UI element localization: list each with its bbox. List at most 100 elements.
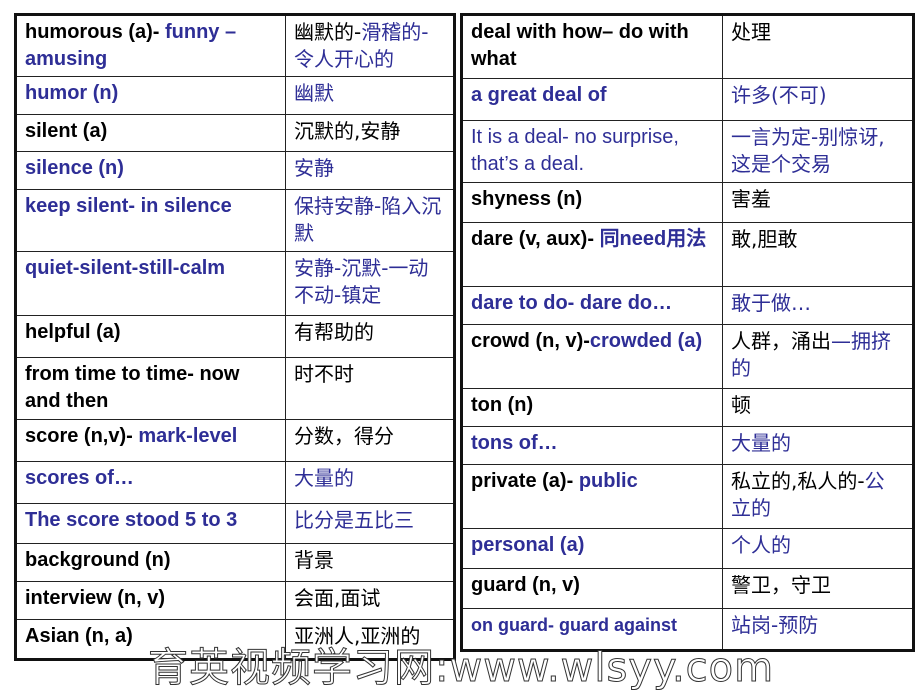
vocab-row: dare to do- dare do… 敢于做… xyxy=(461,286,914,325)
meaning-text: 有帮助的 xyxy=(294,320,374,344)
term-text: Asian (n, a) xyxy=(25,625,133,647)
chinese-meaning-cell: 保持安静-陷入沉默 xyxy=(285,189,455,252)
meaning-text: 会面,面试 xyxy=(294,586,381,610)
chinese-meaning-cell: 许多(不可) xyxy=(722,78,914,121)
term-text: interview (n, v) xyxy=(25,587,166,609)
vocab-row: humorous (a)- funny – amusing 幽默的-滑稽的-令人开… xyxy=(15,14,455,77)
vocab-row: scores of… 大量的 xyxy=(15,461,455,504)
chinese-meaning-cell: 幽默 xyxy=(285,76,455,115)
meaning-text: 时不时 xyxy=(294,362,354,386)
term-text: on guard- guard against xyxy=(471,615,678,635)
vocab-row: guard (n, v) 警卫，守卫 xyxy=(461,568,914,609)
term-text: shyness (n) xyxy=(471,188,583,210)
term-text: It is a deal- no surprise, that’s a deal… xyxy=(471,126,679,175)
meaning-text: 敢于做… xyxy=(731,291,811,315)
term-text: dare (v, aux)- xyxy=(471,228,600,250)
english-term-cell: silent (a) xyxy=(15,114,286,152)
watermark-text: 育英视频学习网:www.wlsyy.com xyxy=(147,645,775,691)
vocab-row: silence (n) 安静 xyxy=(15,151,455,190)
term-text: crowded (a) xyxy=(589,330,703,352)
vocab-table-left: humorous (a)- funny – amusing 幽默的-滑稽的-令人开… xyxy=(14,13,456,661)
chinese-meaning-cell: 会面,面试 xyxy=(285,581,455,620)
meaning-text: 沉默的,安静 xyxy=(294,119,401,143)
term-text: quiet-silent-still-calm xyxy=(25,257,226,279)
chinese-meaning-cell: 沉默的,安静 xyxy=(285,114,455,152)
chinese-meaning-cell: 有帮助的 xyxy=(285,315,455,358)
meaning-text: 安静-沉默-一动不动-镇定 xyxy=(294,256,429,307)
meaning-text: 幽默 xyxy=(294,81,334,105)
term-text: background (n) xyxy=(25,549,171,571)
meaning-text: 站岗-预防 xyxy=(731,613,819,637)
term-text: public xyxy=(578,470,638,492)
vocab-row: dare (v, aux)- 同need用法 敢,胆敢 xyxy=(461,222,914,287)
vocab-table-right: deal with how– do with what 处理 a great dea… xyxy=(460,13,915,652)
chinese-meaning-cell: 敢于做… xyxy=(722,286,914,325)
vocab-row: score (n,v)- mark-level 分数，得分 xyxy=(15,419,455,462)
english-term-cell: The score stood 5 to 3 xyxy=(15,503,286,544)
meaning-text: 安静 xyxy=(294,156,334,180)
term-text: The score stood 5 to 3 xyxy=(25,509,238,531)
meaning-text: 背景 xyxy=(294,548,334,572)
vocab-row: helpful (a) 有帮助的 xyxy=(15,315,455,358)
vocab-row: humor (n) 幽默 xyxy=(15,76,455,115)
meaning-text: 保持安静-陷入沉默 xyxy=(294,194,442,245)
chinese-meaning-cell: 个人的 xyxy=(722,528,914,569)
english-term-cell: from time to time- now and then xyxy=(15,357,286,420)
vocab-table-left-body: humorous (a)- funny – amusing 幽默的-滑稽的-令人开… xyxy=(15,14,455,660)
term-text: 同need用法 xyxy=(599,228,707,250)
term-text: tons of… xyxy=(471,432,558,454)
term-text: humorous (a)- xyxy=(25,21,165,43)
chinese-meaning-cell: 警卫，守卫 xyxy=(722,568,914,609)
english-term-cell: silence (n) xyxy=(15,151,286,190)
vocab-row: keep silent- in silence 保持安静-陷入沉默 xyxy=(15,189,455,252)
chinese-meaning-cell: 一言为定-别惊讶,这是个交易 xyxy=(722,120,914,183)
chinese-meaning-cell: 背景 xyxy=(285,543,455,582)
term-text: mark-level xyxy=(138,425,238,447)
english-term-cell: humor (n) xyxy=(15,76,286,115)
term-text: keep silent- in silence xyxy=(25,195,232,217)
english-term-cell: tons of… xyxy=(461,426,723,465)
vocab-row: shyness (n) 害羞 xyxy=(461,182,914,223)
english-term-cell: shyness (n) xyxy=(461,182,723,223)
meaning-text: 个人的 xyxy=(731,533,791,557)
chinese-meaning-cell: 人群，涌出—拥挤的 xyxy=(722,324,914,389)
meaning-text: 幽默的- xyxy=(294,20,362,44)
english-term-cell: interview (n, v) xyxy=(15,581,286,620)
vocab-row: tons of… 大量的 xyxy=(461,426,914,465)
chinese-meaning-cell: 大量的 xyxy=(722,426,914,465)
vocab-row: personal (a) 个人的 xyxy=(461,528,914,569)
chinese-meaning-cell: 害羞 xyxy=(722,182,914,223)
chinese-meaning-cell: 敢,胆敢 xyxy=(722,222,914,287)
vocab-row: silent (a) 沉默的,安静 xyxy=(15,114,455,152)
term-text: private (a)- xyxy=(471,470,579,492)
chinese-meaning-cell: 顿 xyxy=(722,388,914,427)
meaning-text: 警卫，守卫 xyxy=(731,573,831,597)
term-text: ton (n) xyxy=(471,394,534,416)
chinese-meaning-cell: 处理 xyxy=(722,14,914,79)
meaning-text: 比分是五比三 xyxy=(294,508,414,532)
vocab-row: private (a)- public 私立的,私人的-公立的 xyxy=(461,464,914,529)
vocab-row: from time to time- now and then 时不时 xyxy=(15,357,455,420)
meaning-text: 分数，得分 xyxy=(294,424,394,448)
english-term-cell: score (n,v)- mark-level xyxy=(15,419,286,462)
chinese-meaning-cell: 私立的,私人的-公立的 xyxy=(722,464,914,529)
english-term-cell: ton (n) xyxy=(461,388,723,427)
english-term-cell: quiet-silent-still-calm xyxy=(15,251,286,316)
meaning-text: 人群，涌出 xyxy=(731,329,831,353)
term-text: a great deal of xyxy=(471,84,607,106)
vocab-row: crowd (n, v)-crowded (a) 人群，涌出—拥挤的 xyxy=(461,324,914,389)
meaning-text: 私立的,私人的- xyxy=(731,469,865,493)
term-text: scores of… xyxy=(25,467,134,489)
english-term-cell: a great deal of xyxy=(461,78,723,121)
meaning-text: 处理 xyxy=(731,20,771,44)
english-term-cell: dare (v, aux)- 同need用法 xyxy=(461,222,723,287)
vocab-table-right-body: deal with how– do with what 处理 a great dea… xyxy=(461,14,914,651)
meaning-text: 大量的 xyxy=(731,431,791,455)
vocab-row: a great deal of 许多(不可) xyxy=(461,78,914,121)
chinese-meaning-cell: 分数，得分 xyxy=(285,419,455,462)
meaning-text: 敢,胆敢 xyxy=(731,227,798,251)
vocab-row: ton (n) 顿 xyxy=(461,388,914,427)
chinese-meaning-cell: 比分是五比三 xyxy=(285,503,455,544)
vocab-row: deal with how– do with what 处理 xyxy=(461,14,914,79)
term-text: deal with how– do with what xyxy=(471,21,689,70)
